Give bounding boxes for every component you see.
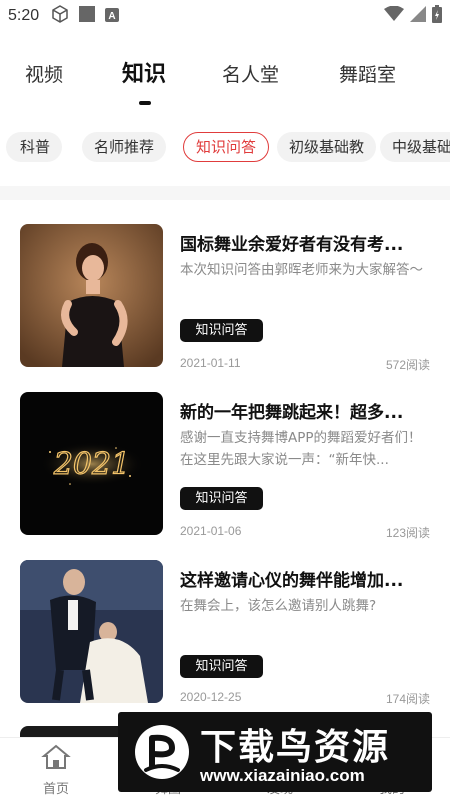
chip-beginner[interactable]: 初级基础教 • •: [277, 132, 377, 162]
chip-knowledge-qa[interactable]: 知识问答: [183, 132, 270, 162]
tab-hall-of-fame[interactable]: 名人堂: [222, 60, 279, 87]
article-description: 本次知识问答由郭晖老师来为大家解答～: [180, 262, 423, 278]
home-icon: [16, 744, 96, 774]
article-thumbnail: 2021: [20, 392, 163, 535]
active-tab-indicator: [139, 101, 151, 105]
article-date: 2020-12-25: [180, 690, 242, 704]
status-bar: 5:20 A: [0, 0, 450, 32]
cube-icon: [51, 5, 69, 27]
article-card[interactable]: 2021 新的一年把舞跳起来！超多... 感谢一直支持舞博APP的舞蹈爱好者们！…: [0, 392, 450, 542]
more-dots: • •: [314, 148, 339, 157]
watermark-url: www.xiazainiao.com: [200, 766, 365, 785]
tab-dance-studio[interactable]: 舞蹈室: [339, 60, 396, 87]
article-read-count: 123阅读: [385, 526, 430, 540]
article-read-count: 572阅读: [385, 358, 430, 372]
more-dots: • •: [410, 148, 434, 157]
bird-logo-icon: [132, 722, 192, 782]
status-time: 5:20: [8, 7, 40, 24]
article-tag: 知识问答: [180, 487, 263, 510]
chip-science[interactable]: 科普: [6, 132, 63, 162]
nav-home-label: 首页: [42, 782, 69, 797]
watermark-title: 下载鸟资源: [200, 727, 391, 768]
chip-intermediate[interactable]: 中级基础 • •: [380, 132, 450, 162]
article-thumbnail: [20, 224, 163, 367]
tab-video[interactable]: 视频: [25, 60, 63, 87]
article-date: 2021-01-11: [180, 356, 241, 370]
category-tabs: 视频 知识 名人堂 舞蹈室: [0, 48, 450, 108]
article-tag: 知识问答: [180, 655, 263, 678]
article-card[interactable]: 国标舞业余爱好者有没有考... 本次知识问答由郭晖老师来为大家解答～ 知识问答 …: [0, 224, 450, 374]
article-read-count: 174阅读: [385, 692, 430, 706]
square-icon: [79, 6, 96, 26]
battery-icon: [432, 5, 442, 27]
article-title: 这样邀请心仪的舞伴能增加...: [180, 571, 404, 591]
article-date: 2021-01-06: [180, 524, 242, 538]
article-card[interactable]: 这样邀请心仪的舞伴能增加... 在舞会上，该怎么邀请别人跳舞? 知识问答 202…: [0, 560, 450, 710]
wifi-icon: [384, 5, 404, 26]
watermark-banner: 下载鸟资源 www.xiazainiao.com: [118, 712, 432, 792]
article-description: 感谢一直支持舞博APP的舞蹈爱好者们！在这里先跟大家说一声：“新年快...: [180, 430, 422, 468]
chip-teacher-recommend[interactable]: 名师推荐: [82, 132, 167, 162]
signal-icon: [410, 6, 426, 26]
app-badge-letter: A: [109, 11, 116, 22]
article-tag: 知识问答: [180, 319, 263, 342]
tab-knowledge[interactable]: 知识: [122, 56, 166, 88]
article-title: 国标舞业余爱好者有没有考...: [180, 235, 404, 255]
article-description: 在舞会上，该怎么邀请别人跳舞?: [180, 598, 377, 614]
subcategory-chips: 科普 名师推荐 知识问答 初级基础教 • • 中级基础 • •: [0, 128, 450, 168]
article-title: 新的一年把舞跳起来！超多...: [180, 403, 404, 423]
article-thumbnail: [20, 560, 163, 703]
section-divider: [0, 186, 450, 200]
app-badge-icon: A: [105, 7, 120, 26]
sparkler-year-text: 2021: [53, 447, 130, 482]
nav-home[interactable]: 首页: [16, 744, 96, 797]
